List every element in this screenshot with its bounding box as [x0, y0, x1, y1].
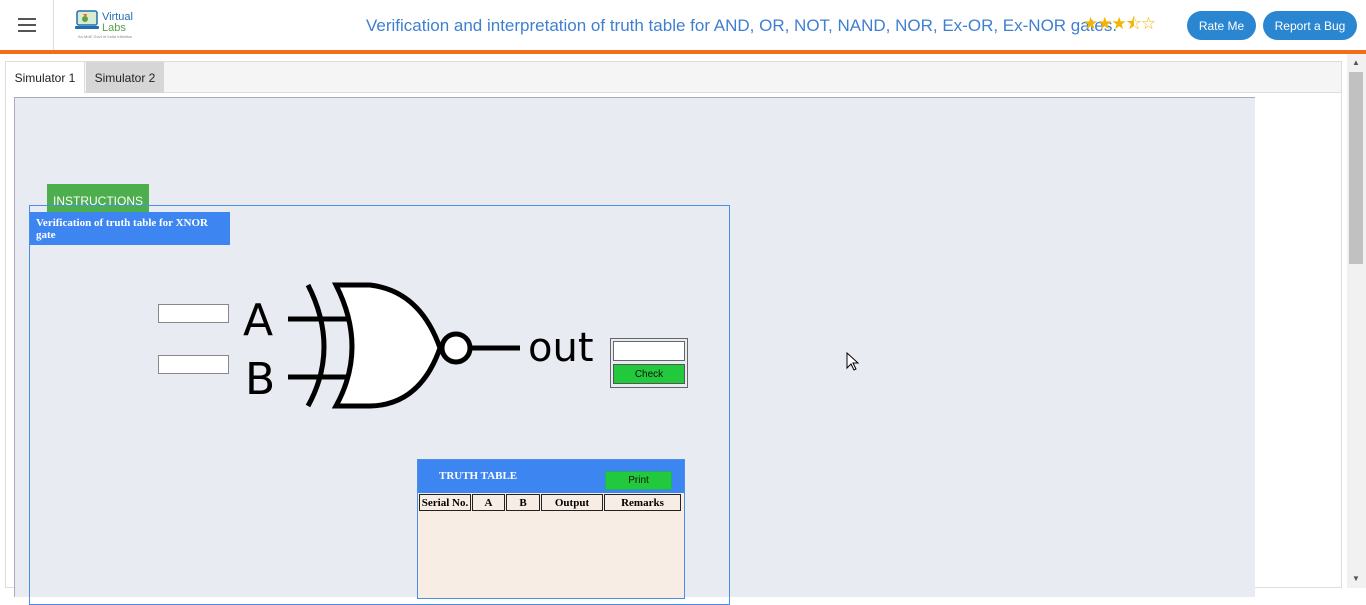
- page-title: Verification and interpretation of truth…: [366, 16, 1118, 35]
- column-serial: Serial No.: [419, 494, 471, 511]
- column-output: Output: [541, 494, 603, 511]
- logo-tagline: An MoE Govt of India Initiative: [78, 34, 132, 39]
- rating-stars-icon: ★★★⯪☆: [1083, 14, 1156, 33]
- column-a: A: [472, 494, 505, 511]
- truth-table-columns: Serial No. A B Output Remarks: [419, 494, 682, 512]
- tab-simulator-1[interactable]: Simulator 1: [6, 62, 85, 93]
- output-box: Check: [610, 338, 688, 388]
- simulator-frame: Simulator 1 Simulator 2 INSTRUCTIONS Ver…: [5, 61, 1342, 605]
- simulator-canvas: INSTRUCTIONS Verification of truth table…: [14, 97, 1255, 605]
- gate-label-a: A: [243, 295, 273, 346]
- top-header: Virtual Labs An MoE Govt of India Initia…: [0, 0, 1366, 50]
- scroll-down-icon[interactable]: ▼: [1352, 574, 1360, 583]
- input-a-field[interactable]: [158, 304, 229, 323]
- xnor-gate-diagram: A B out: [243, 282, 594, 409]
- logo-text-2: Labs: [102, 22, 126, 34]
- laptop-logo-icon: [75, 10, 99, 29]
- xnor-panel: Verification of truth table for XNOR gat…: [29, 205, 730, 605]
- virtual-labs-logo[interactable]: Virtual Labs An MoE Govt of India Initia…: [74, 8, 134, 40]
- tab-bar: Simulator 1 Simulator 2: [6, 62, 1341, 93]
- gate-label-b: B: [245, 354, 275, 405]
- menu-icon[interactable]: [0, 0, 54, 50]
- scrollbar-thumb[interactable]: [1349, 72, 1363, 264]
- truth-table-title: TRUTH TABLE: [439, 470, 518, 482]
- output-field[interactable]: [613, 341, 685, 361]
- print-button[interactable]: Print: [605, 471, 672, 490]
- header-divider: [0, 50, 1366, 54]
- report-bug-button[interactable]: Report a Bug: [1263, 11, 1357, 40]
- gate-label-out: out: [528, 325, 594, 371]
- truth-table: TRUTH TABLE Print Serial No. A B Output …: [417, 459, 685, 599]
- tab-simulator-2[interactable]: Simulator 2: [86, 62, 164, 93]
- truth-table-header: TRUTH TABLE Print: [418, 460, 684, 493]
- column-remarks: Remarks: [604, 494, 681, 511]
- input-b-field[interactable]: [158, 355, 229, 374]
- check-button[interactable]: Check: [613, 364, 685, 384]
- rate-me-button[interactable]: Rate Me: [1187, 11, 1256, 40]
- vertical-scrollbar[interactable]: ▲ ▼: [1347, 54, 1366, 588]
- mouse-cursor-icon: [846, 352, 860, 371]
- panel-title: Verification of truth table for XNOR gat…: [30, 212, 230, 245]
- scroll-up-icon[interactable]: ▲: [1352, 58, 1360, 67]
- column-b: B: [506, 494, 540, 511]
